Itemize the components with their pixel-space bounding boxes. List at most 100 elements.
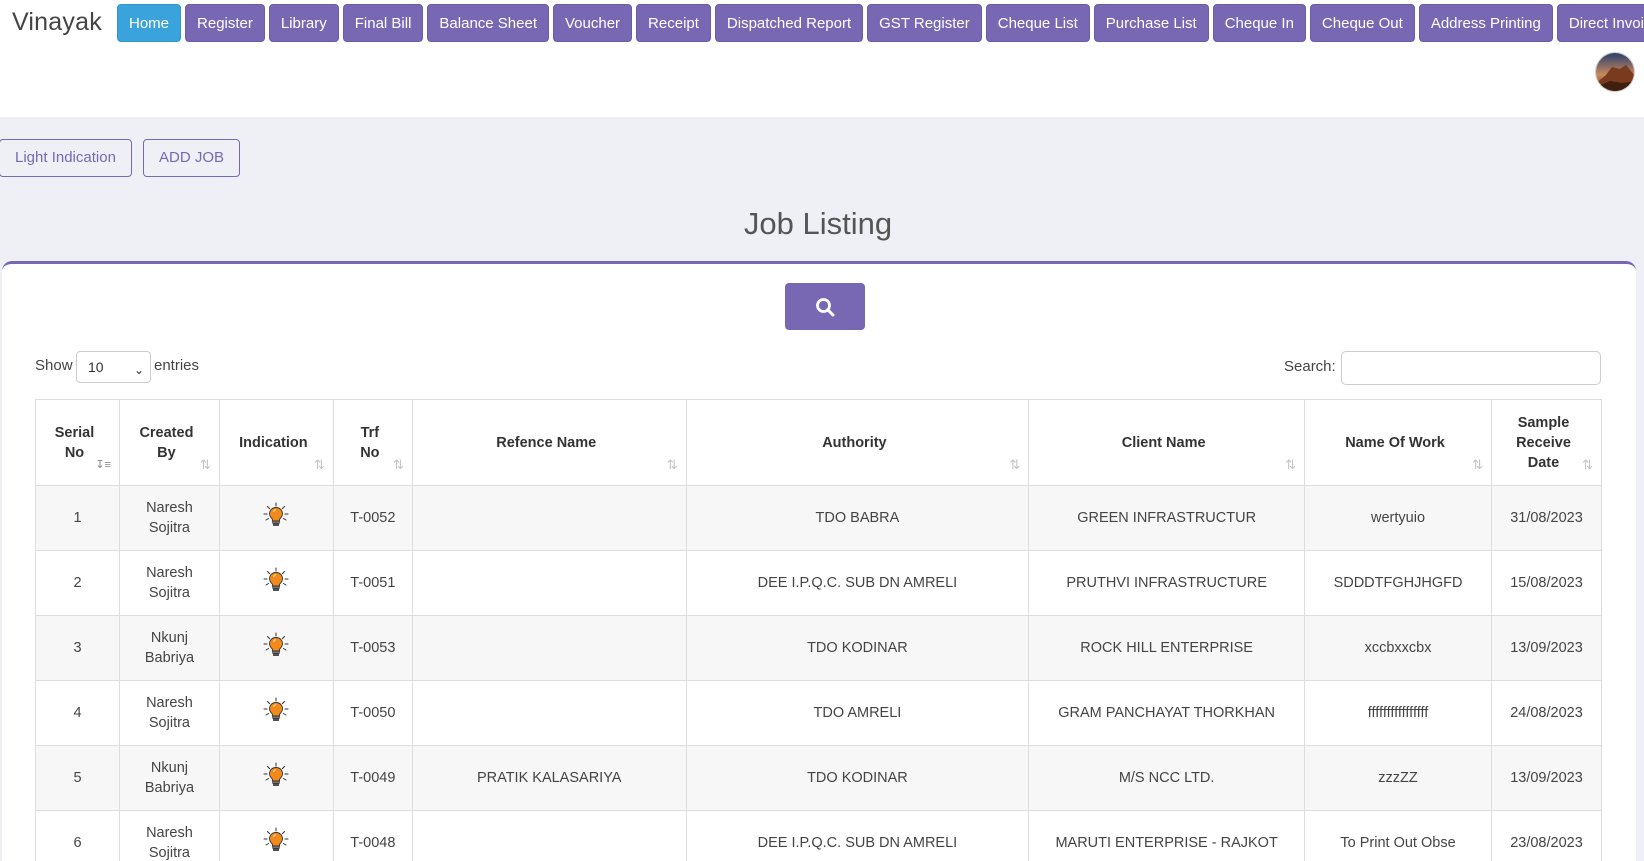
table-row[interactable]: 2 Naresh Sojitra T-0051 DEE I.P.Q.C. SUB DN…: [35, 550, 1603, 616]
sort-icon[interactable]: ⇅: [1285, 455, 1296, 475]
cell-serial-no: 5: [35, 745, 120, 811]
nav-cheque-out-button[interactable]: Cheque Out: [1309, 4, 1415, 42]
cell-sample-receive-date: 31/08/2023: [1490, 485, 1603, 551]
sort-icon[interactable]: ⇅: [667, 455, 678, 475]
cell-reference-name: [411, 485, 687, 551]
column-header-label: Name Of Work: [1345, 434, 1445, 451]
nav-address-printing-button[interactable]: Address Printing: [1418, 4, 1553, 42]
user-avatar[interactable]: [1595, 52, 1635, 92]
cell-sample-receive-date: 13/09/2023: [1490, 745, 1603, 811]
nav-gst-register-button[interactable]: GST Register: [867, 4, 982, 42]
sort-icon[interactable]: ⇅: [1009, 455, 1020, 475]
cell-reference-name: [411, 680, 687, 746]
sort-icon[interactable]: ⇅: [200, 455, 211, 475]
cell-created-by: Nkunj Babriya: [118, 745, 220, 811]
cell-authority: TDO KODINAR: [685, 615, 1030, 681]
cell-sample-receive-date: 23/08/2023: [1490, 810, 1603, 861]
cell-serial-no: 4: [35, 680, 120, 746]
column-header-name-of-work[interactable]: Name Of Work ⇅: [1304, 399, 1492, 486]
nav-direct-invoice-button[interactable]: Direct Invoice: [1556, 4, 1644, 42]
creator-name-part: Naresh: [146, 825, 193, 841]
column-header-label: Refence Name: [496, 434, 597, 451]
column-header-label: Client Name: [1121, 434, 1206, 451]
light-bulb-icon: [263, 502, 289, 532]
light-bulb-icon: [263, 827, 289, 857]
search-button[interactable]: [785, 283, 865, 330]
cell-authority: DEE I.P.Q.C. SUB DN AMRELI: [685, 810, 1030, 861]
cell-indication: [218, 615, 334, 681]
column-header-created-by[interactable]: Created By ⇅: [118, 399, 220, 486]
nav-final-bill-button[interactable]: Final Bill: [342, 4, 424, 42]
column-header-label: Authority: [822, 434, 887, 451]
table-row[interactable]: 3 Nkunj Babriya T-0053 TDO KODINAR ROCK HILL…: [35, 615, 1603, 681]
table-row[interactable]: 4 Naresh Sojitra T-0050 TDO AMRELI GRAM PANC…: [35, 680, 1603, 746]
light-indication-button[interactable]: Light Indication: [0, 139, 132, 177]
cell-reference-name: [411, 550, 687, 616]
column-header-label: Created: [139, 424, 194, 441]
cell-created-by: Naresh Sojitra: [118, 485, 220, 551]
column-header-label: No: [64, 444, 85, 461]
light-bulb-icon: [263, 632, 289, 662]
cell-authority: DEE I.P.Q.C. SUB DN AMRELI: [685, 550, 1030, 616]
cell-authority: TDO BABRA: [685, 485, 1030, 551]
entries-select[interactable]: 10 ⌄: [76, 351, 151, 383]
cell-authority: TDO KODINAR: [685, 745, 1030, 811]
entries-select-value: 10: [88, 359, 104, 375]
nav-register-button[interactable]: Register: [185, 4, 265, 42]
cell-name-of-work: xccbxxcbx: [1304, 615, 1492, 681]
nav-cheque-list-button[interactable]: Cheque List: [985, 4, 1090, 42]
show-label: Show: [35, 357, 73, 374]
creator-name-part: Babriya: [144, 780, 195, 796]
sort-icon[interactable]: ⇅: [1472, 455, 1483, 475]
table-row[interactable]: 1 Naresh Sojitra T-0052 TDO BABRA GREEN INFR…: [35, 485, 1603, 551]
cell-created-by: Nkunj Babriya: [118, 615, 220, 681]
sort-icon[interactable]: ⇅: [314, 455, 325, 475]
creator-name-part: Nkunj: [150, 760, 188, 776]
column-header-trf-no[interactable]: Trf No ⇅: [332, 399, 413, 486]
cell-trf-no: T-0049: [332, 745, 413, 811]
main-nav: Home Register Library Final Bill Balance She…: [117, 4, 1644, 42]
sort-ascending-icon[interactable]: ↧≡: [95, 455, 111, 475]
nav-balance-sheet-button[interactable]: Balance Sheet: [427, 4, 549, 42]
cell-name-of-work: To Print Out Obse: [1304, 810, 1492, 861]
column-header-serial-no[interactable]: Serial No ↧≡: [35, 399, 120, 486]
column-header-refence-name[interactable]: Refence Name ⇅: [411, 399, 687, 486]
top-navbar: Vinayak Home Register Library Final Bill Bal…: [0, 0, 1644, 117]
cell-indication: [218, 680, 334, 746]
cell-indication: [218, 810, 334, 861]
brand-logo[interactable]: Vinayak: [12, 8, 102, 37]
column-header-label: Sample: [1517, 414, 1570, 431]
cell-authority: TDO AMRELI: [685, 680, 1030, 746]
column-header-client-name[interactable]: Client Name ⇅: [1028, 399, 1306, 486]
creator-name-part: Naresh: [146, 695, 193, 711]
nav-dispatched-report-button[interactable]: Dispatched Report: [714, 4, 864, 42]
nav-voucher-button[interactable]: Voucher: [553, 4, 633, 42]
column-header-indication[interactable]: Indication ⇅: [218, 399, 334, 486]
table-row[interactable]: 5 Nkunj Babriya T-0049 PRATIK KALASARIYA TDO…: [35, 745, 1603, 811]
creator-name-part: Sojitra: [148, 845, 190, 861]
table-row[interactable]: 6 Naresh Sojitra T-0048 DEE I.P.Q.C. SUB DN…: [35, 810, 1603, 861]
nav-home-button[interactable]: Home: [117, 4, 182, 42]
creator-name-part: Sojitra: [148, 520, 190, 536]
sort-icon[interactable]: ⇅: [1582, 455, 1593, 475]
cell-serial-no: 2: [35, 550, 120, 616]
sort-icon[interactable]: ⇅: [393, 455, 404, 475]
nav-receipt-button[interactable]: Receipt: [636, 4, 711, 42]
entries-label: entries: [154, 357, 200, 374]
cell-trf-no: T-0051: [332, 550, 413, 616]
nav-purchase-list-button[interactable]: Purchase List: [1093, 4, 1209, 42]
cell-client-name: GREEN INFRASTRUCTUR: [1028, 485, 1306, 551]
nav-library-button[interactable]: Library: [268, 4, 339, 42]
add-job-button[interactable]: ADD JOB: [143, 139, 241, 177]
cell-serial-no: 3: [35, 615, 120, 681]
column-header-authority[interactable]: Authority ⇅: [685, 399, 1030, 486]
column-header-label: Receive: [1516, 434, 1571, 451]
cell-created-by: Naresh Sojitra: [118, 810, 220, 861]
column-header-label: No: [360, 444, 380, 461]
table-search-input[interactable]: [1341, 351, 1601, 385]
table-header-row: Serial No ↧≡ Created By ⇅ Indication ⇅ Trf No ⇅ Ref…: [35, 399, 1603, 486]
nav-cheque-in-button[interactable]: Cheque In: [1212, 4, 1306, 42]
creator-name-part: Naresh: [146, 565, 193, 581]
column-header-sample-receive-date[interactable]: Sample Receive Date ⇅: [1490, 399, 1603, 486]
page-title: Job Listing: [743, 206, 893, 241]
